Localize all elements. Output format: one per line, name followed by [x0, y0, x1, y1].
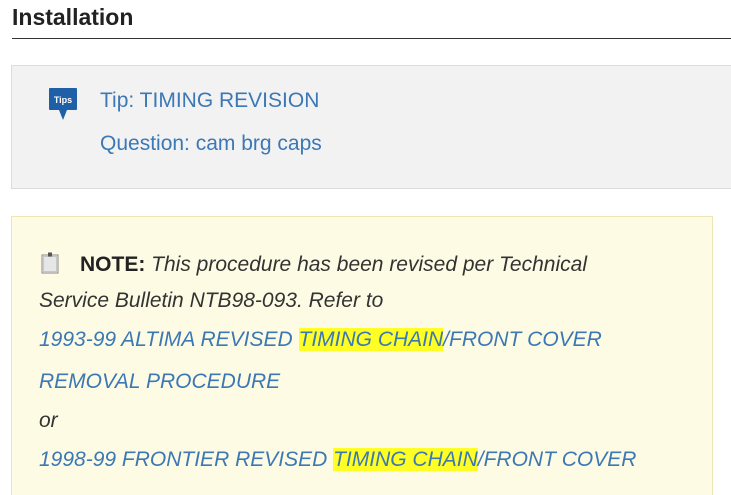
note-panel: NOTE: This procedure has been revised pe… [11, 216, 713, 495]
note-or-text: or [39, 409, 58, 432]
tips-icon-label: Tips [54, 95, 72, 105]
tips-speech-bubble-icon: Tips [49, 88, 77, 120]
altima-revised-procedure-link[interactable]: 1993-99 ALTIMA REVISED TIMING CHAIN/FRON… [39, 319, 699, 403]
tips-panel: Tips Tip: TIMING REVISION Question: cam … [11, 65, 731, 189]
section-title: Installation [12, 4, 134, 30]
frontier-revised-procedure-link[interactable]: 1998-99 FRONTIER REVISED TIMING CHAIN/FR… [39, 439, 699, 481]
clipboard-note-icon [41, 252, 59, 274]
frontier-link-part1: 1998-99 FRONTIER REVISED [39, 448, 334, 471]
altima-link-line2: REMOVAL PROCEDURE [39, 370, 281, 393]
note-text-2: Service Bulletin NTB98-093. Refer to [39, 289, 384, 312]
frontier-link-part2: /FRONT COVER [477, 448, 637, 471]
altima-link-highlight: TIMING CHAIN [298, 328, 444, 351]
altima-link-part1: 1993-99 ALTIMA REVISED [39, 328, 299, 351]
note-content: NOTE: This procedure has been revised pe… [39, 247, 699, 481]
note-text-1: This procedure has been revised per Tech… [151, 253, 587, 276]
note-label: NOTE: [80, 253, 146, 276]
question-cam-brg-caps-link[interactable]: Question: cam brg caps [100, 130, 322, 158]
tip-timing-revision-link[interactable]: Tip: TIMING REVISION [100, 87, 319, 115]
page: Installation Tips Tip: TIMING REVISION Q… [0, 0, 731, 495]
note-line-1: NOTE: This procedure has been revised pe… [39, 247, 699, 283]
altima-link-part2: /FRONT COVER [443, 328, 602, 351]
frontier-link-highlight: TIMING CHAIN [333, 448, 478, 471]
title-divider [12, 38, 731, 39]
